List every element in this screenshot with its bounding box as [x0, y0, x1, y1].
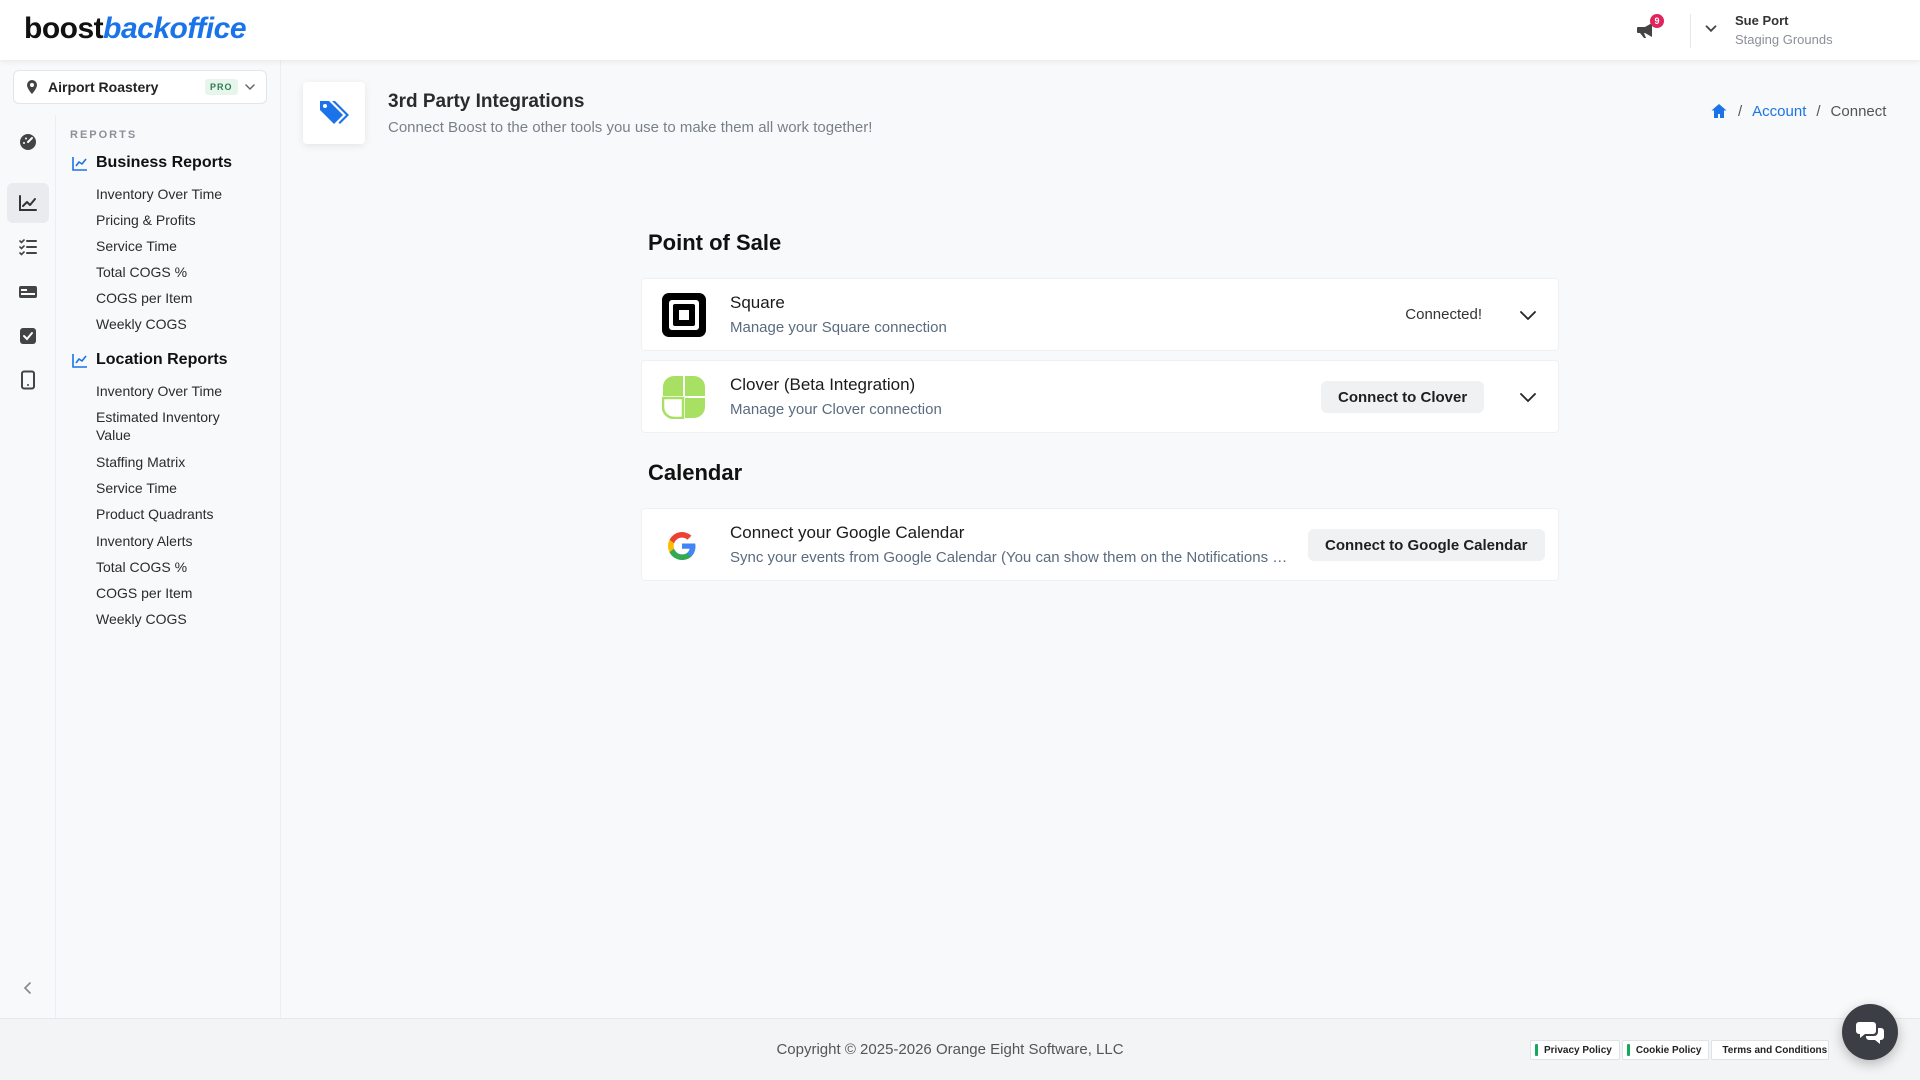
dashboard-gauge-icon [20, 134, 36, 150]
rail-dashboard[interactable] [7, 122, 49, 162]
connect-clover-button[interactable]: Connect to Clover [1321, 381, 1485, 413]
rail-reports[interactable] [7, 183, 49, 223]
google-calendar-description: Sync your events from Google Calendar (Y… [730, 549, 1290, 566]
nav-link-business-total-cogs[interactable]: Total COGS % [96, 263, 256, 281]
line-chart-icon [72, 354, 87, 368]
nav-link-location-total-cogs[interactable]: Total COGS % [96, 558, 256, 576]
privacy-policy-label: Privacy Policy [1544, 1044, 1612, 1056]
breadcrumb: / Account / Connect [1710, 102, 1886, 120]
nav-link-business-cogs-per-item[interactable]: COGS per Item [96, 289, 256, 307]
tablet-icon [21, 370, 35, 390]
google-calendar-name: Connect your Google Calendar [730, 523, 965, 542]
clover-integration-card[interactable]: Clover (Beta Integration) Manage your Cl… [641, 360, 1559, 433]
location-reports-title: Location Reports [96, 351, 228, 368]
nav-link-pricing-profits[interactable]: Pricing & Profits [96, 211, 256, 229]
nav-link-location-cogs-per-item[interactable]: COGS per Item [96, 584, 256, 602]
chat-button[interactable] [1842, 1004, 1898, 1060]
reports-section-label: REPORTS [70, 129, 138, 141]
legal-marker [1626, 1044, 1630, 1056]
rail-cards[interactable] [7, 272, 49, 312]
logo-primary: boost [24, 12, 104, 45]
page-title: 3rd Party Integrations [388, 91, 585, 112]
user-organization: Staging Grounds [1735, 32, 1833, 47]
nav-link-location-service-time[interactable]: Service Time [96, 479, 256, 497]
header-divider [1690, 14, 1691, 48]
chevron-down-icon[interactable] [1702, 20, 1720, 38]
checkbox-icon [20, 328, 36, 344]
nav-link-business-service-time[interactable]: Service Time [96, 237, 256, 255]
page-subtitle: Connect Boost to the other tools you use… [388, 119, 873, 136]
clover-description: Manage your Clover connection [730, 401, 942, 418]
rail-tasks[interactable] [7, 316, 49, 356]
breadcrumb-account[interactable]: Account [1752, 103, 1806, 120]
square-name: Square [730, 293, 785, 312]
square-logo-icon [662, 293, 706, 337]
legal-links: Privacy Policy Cookie Policy Terms and C… [1530, 1040, 1830, 1060]
footer: Copyright © 2025-2026 Orange Eight Softw… [0, 1018, 1920, 1080]
business-reports-heading[interactable]: Business Reports [72, 154, 232, 172]
nav-link-location-inventory-over-time[interactable]: Inventory Over Time [96, 382, 256, 400]
rail-checklists[interactable] [7, 227, 49, 267]
clover-logo-icon [662, 376, 705, 419]
logo-secondary: backoffice [103, 12, 247, 45]
connect-google-calendar-button[interactable]: Connect to Google Calendar [1308, 529, 1545, 561]
tags-icon [320, 101, 349, 124]
icon-rail [0, 115, 56, 1018]
business-reports-title: Business Reports [96, 154, 233, 171]
cookie-policy-label: Cookie Policy [1635, 1044, 1702, 1056]
calendar-section-heading: Calendar [648, 460, 743, 485]
rail-tablet[interactable] [7, 360, 49, 400]
location-reports-heading[interactable]: Location Reports [72, 351, 228, 369]
terms-link[interactable]: Terms and Conditions [1711, 1040, 1830, 1060]
breadcrumb-separator: / [1738, 102, 1743, 120]
nav-link-estimated-inventory-value[interactable]: Estimated Inventory Value [96, 408, 256, 444]
chevron-down-icon [245, 84, 255, 91]
chat-bubbles-icon [1856, 1022, 1884, 1044]
chevron-down-icon[interactable] [1518, 306, 1538, 326]
nav-link-location-weekly-cogs[interactable]: Weekly COGS [96, 610, 256, 628]
breadcrumb-separator: / [1816, 102, 1821, 120]
task-list-icon [19, 239, 37, 256]
announcements-button[interactable]: 9 [1634, 14, 1664, 44]
page-icon-card [303, 82, 365, 144]
privacy-policy-link[interactable]: Privacy Policy [1530, 1040, 1620, 1060]
line-chart-icon [72, 157, 87, 171]
square-description: Manage your Square connection [730, 319, 947, 336]
cookie-policy-link[interactable]: Cookie Policy [1621, 1040, 1710, 1060]
google-logo-icon [668, 532, 696, 560]
square-integration-card[interactable]: Square Manage your Square connection Con… [641, 278, 1559, 351]
breadcrumb-current: Connect [1830, 102, 1887, 120]
nav-link-staffing-matrix[interactable]: Staffing Matrix [96, 453, 256, 471]
notification-badge: 9 [1650, 14, 1664, 28]
legal-marker [1535, 1044, 1538, 1056]
home-icon[interactable] [1710, 102, 1728, 120]
top-header: boost backoffice 9 Sue Port Staging Groun… [0, 0, 1920, 60]
nav-link-business-weekly-cogs[interactable]: Weekly COGS [96, 315, 256, 333]
map-pin-icon [27, 80, 37, 94]
location-name: Airport Roastery [48, 79, 159, 95]
nav-link-product-quadrants[interactable]: Product Quadrants [96, 505, 256, 523]
plan-badge: PRO [205, 79, 238, 95]
pos-section-heading: Point of Sale [648, 230, 782, 255]
user-name[interactable]: Sue Port [1735, 13, 1788, 28]
line-chart-icon [19, 195, 37, 211]
app-logo[interactable]: boost backoffice [24, 12, 247, 46]
clover-name: Clover (Beta Integration) [730, 375, 916, 394]
terms-label: Terms and Conditions [1722, 1044, 1828, 1056]
nav-link-inventory-alerts[interactable]: Inventory Alerts [96, 532, 256, 550]
id-card-icon [19, 286, 37, 298]
google-calendar-integration-card[interactable]: Connect your Google Calendar Sync your e… [641, 508, 1559, 581]
collapse-sidebar-icon[interactable] [18, 978, 38, 998]
chevron-down-icon[interactable] [1518, 388, 1538, 408]
location-selector[interactable]: Airport Roastery PRO [13, 70, 267, 104]
square-status: Connected! [1405, 306, 1482, 323]
nav-link-business-inventory-over-time[interactable]: Inventory Over Time [96, 185, 256, 203]
